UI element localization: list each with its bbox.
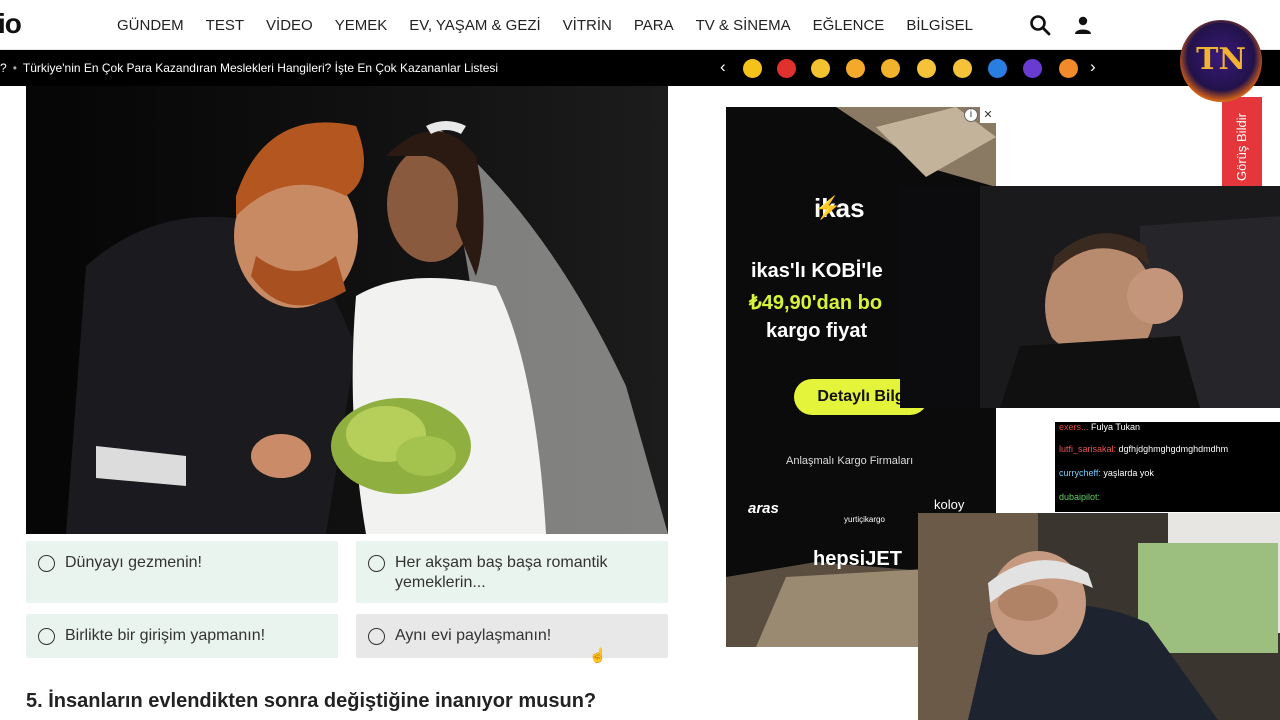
user-icon[interactable] <box>1071 13 1095 37</box>
article-photo <box>26 86 668 534</box>
feedback-tab[interactable]: Görüş Bildir <box>1222 97 1262 187</box>
quiz-option-1[interactable]: Dünyayı gezmenin! <box>26 541 338 603</box>
next-question-title: 5. İnsanların evlendikten sonra değiştiğ… <box>26 690 597 712</box>
nav-item-vitrin[interactable]: VİTRİN <box>563 17 612 34</box>
bolt-icon: ⚡ <box>814 195 842 220</box>
ad-line-2: ₺49,90'dan bo <box>749 292 883 314</box>
radio-icon[interactable] <box>368 555 385 572</box>
nav-item-video[interactable]: VİDEO <box>266 17 313 34</box>
reaction-emoji-4[interactable] <box>846 59 865 78</box>
webcam-overlay-2 <box>918 513 1280 720</box>
chat-message: exers... Fulya Tukan <box>1059 422 1141 432</box>
ad-partner-aras: aras <box>748 500 779 517</box>
chat-message: lutfi_sarisakal: dgfhjdghmghgdmghdmdhm <box>1059 444 1229 454</box>
bullet-icon: • <box>12 61 17 75</box>
search-icon[interactable] <box>1028 13 1052 37</box>
ad-line-1: ikas'lı KOBİ'le <box>751 260 883 282</box>
quiz-option-label: Dünyayı gezmenin! <box>65 554 202 571</box>
reaction-emoji-10[interactable] <box>1059 59 1078 78</box>
channel-logo-text: TN <box>1196 42 1246 77</box>
nav-menu: GÜNDEM TEST VİDEO YEMEK EV, YAŞAM & GEZİ… <box>117 0 995 50</box>
nav-item-test[interactable]: TEST <box>206 17 244 34</box>
radio-icon[interactable] <box>38 555 55 572</box>
chat-message: dubaipilot: <box>1059 492 1101 502</box>
news-prefix: ? <box>0 61 7 75</box>
reaction-emoji-2[interactable] <box>777 59 796 78</box>
reaction-emoji-7[interactable] <box>953 59 972 78</box>
prev-arrow-icon[interactable]: ‹ <box>720 57 726 77</box>
nav-item-tv-sinema[interactable]: TV & SİNEMA <box>696 17 791 34</box>
ad-close-icon[interactable]: ✕ <box>980 107 996 123</box>
quiz-option-label: Birlikte bir girişim yapmanın! <box>65 627 266 644</box>
page: io GÜNDEM TEST VİDEO YEMEK EV, YAŞAM & G… <box>0 0 1280 720</box>
reaction-emoji-8[interactable] <box>988 59 1007 78</box>
reaction-emoji-6[interactable] <box>917 59 936 78</box>
channel-logo: TN <box>1180 20 1262 102</box>
reaction-emoji-5[interactable] <box>881 59 900 78</box>
feedback-label: Görüş Bildir <box>1234 113 1249 181</box>
quiz-option-label: Aynı evi paylaşmanın! <box>395 627 552 644</box>
hand-cursor-icon: ☝ <box>589 647 607 663</box>
quiz-option-label: Her akşam baş başa romantik yemeklerin..… <box>395 554 608 591</box>
nav-item-bilgisel[interactable]: BİLGİSEL <box>906 17 973 34</box>
ad-info-icon[interactable]: i <box>964 108 978 122</box>
nav-item-para[interactable]: PARA <box>634 17 674 34</box>
top-navigation: io GÜNDEM TEST VİDEO YEMEK EV, YAŞAM & G… <box>0 0 1280 50</box>
quiz-option-3[interactable]: Birlikte bir girişim yapmanın! <box>26 614 338 658</box>
ad-partners-title: Anlaşmalı Kargo Firmaları <box>786 455 914 467</box>
ad-line-3: kargo fiyat <box>766 320 868 342</box>
ad-partner-koloy: koloy <box>934 497 965 512</box>
reaction-emoji-1[interactable] <box>743 59 762 78</box>
chat-message: currycheff: yaşlarda yok <box>1059 468 1154 478</box>
ad-partner-hepsijet: hepsiJET <box>813 548 902 570</box>
quiz-option-4[interactable]: Aynı evi paylaşmanın! <box>356 614 668 658</box>
site-logo[interactable]: io <box>0 8 22 40</box>
next-arrow-icon[interactable]: › <box>1090 57 1096 77</box>
ad-partner-yurtici: yurtiçikargo <box>844 515 885 524</box>
nav-item-eglence[interactable]: EĞLENCE <box>813 17 885 34</box>
reaction-emoji-3[interactable] <box>811 59 830 78</box>
radio-icon[interactable] <box>38 628 55 645</box>
stream-chat: exers... Fulya Tukan lutfi_sarisakal: dg… <box>1055 422 1280 512</box>
webcam-overlay-1 <box>900 186 1280 408</box>
reaction-emoji-9[interactable] <box>1023 59 1042 78</box>
nav-item-ev-yasam-gezi[interactable]: EV, YAŞAM & GEZİ <box>409 17 540 34</box>
nav-item-gundem[interactable]: GÜNDEM <box>117 17 184 34</box>
quiz-option-2[interactable]: Her akşam baş başa romantik yemeklerin..… <box>356 541 668 603</box>
radio-icon[interactable] <box>368 628 385 645</box>
nav-item-yemek[interactable]: YEMEK <box>335 17 388 34</box>
news-headline-link[interactable]: Türkiye'nin En Çok Para Kazandıran Mesle… <box>23 61 498 75</box>
breaking-news-bar: ? • Türkiye'nin En Çok Para Kazandıran M… <box>0 50 668 86</box>
